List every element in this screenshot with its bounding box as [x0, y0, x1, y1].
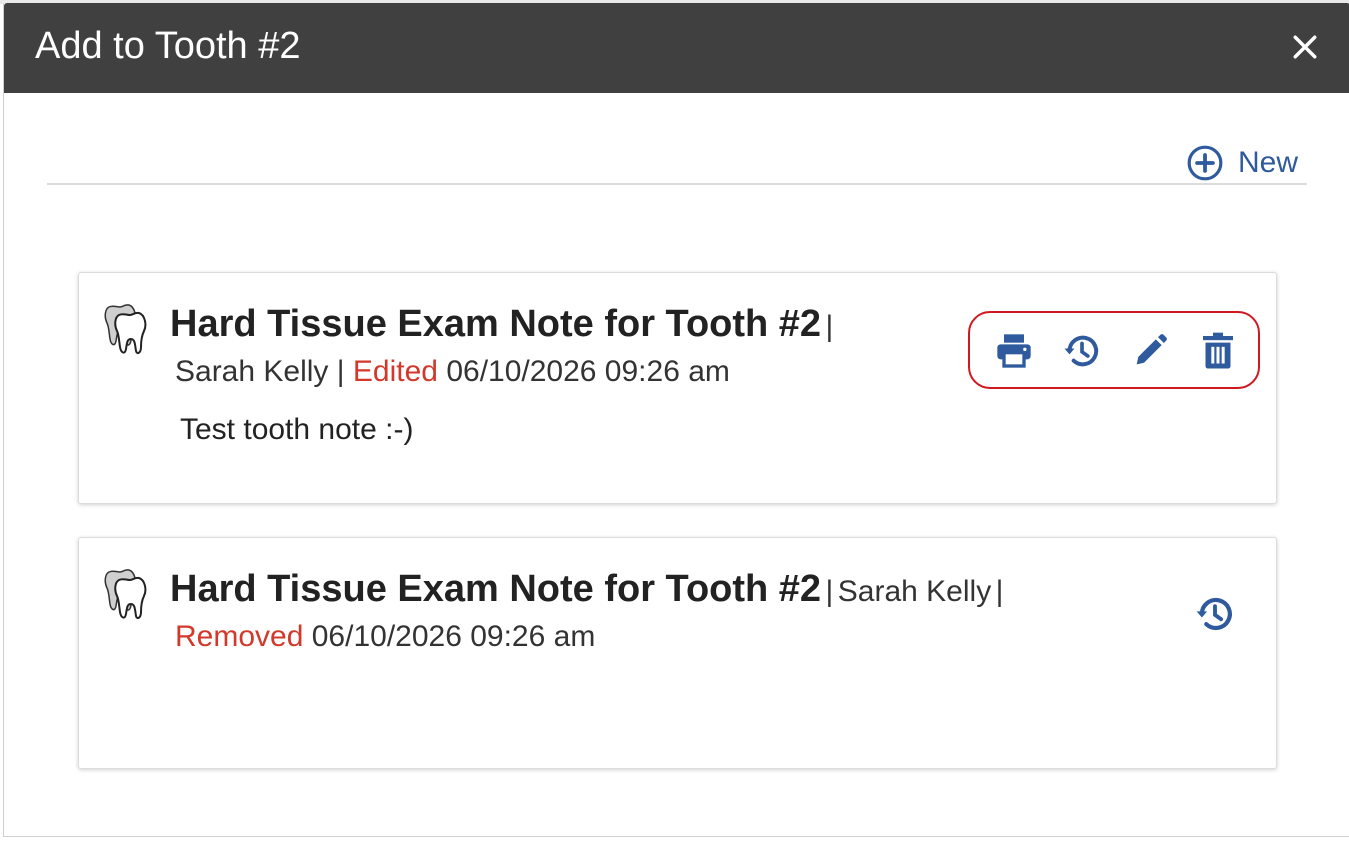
- note-actions-highlight: [968, 311, 1260, 389]
- note-timestamp: 06/10/2026 09:26 am: [446, 355, 730, 388]
- note-body: Test tooth note :-): [180, 413, 414, 446]
- separator: |: [995, 575, 1004, 608]
- note-meta: Sarah Kelly | Edited 06/10/2026 09:26 am: [175, 355, 730, 389]
- status-removed: Removed: [175, 620, 304, 653]
- modal-header: Add to Tooth #2: [4, 3, 1349, 93]
- new-button-label: New: [1238, 146, 1299, 179]
- note-title: Hard Tissue Exam Note for Tooth #2: [170, 568, 822, 610]
- history-icon: [1064, 335, 1099, 367]
- note-title: Hard Tissue Exam Note for Tooth #2: [170, 303, 822, 345]
- tooth-icon: [103, 299, 153, 355]
- note-card: Hard Tissue Exam Note for Tooth #2 | Sar…: [78, 537, 1277, 769]
- edit-icon: [1136, 334, 1167, 365]
- separator: |: [336, 355, 345, 388]
- separator: |: [825, 310, 834, 343]
- history-icon: [1196, 597, 1232, 631]
- note-author: Sarah Kelly: [837, 575, 992, 608]
- note-title-line: Hard Tissue Exam Note for Tooth #2 | Sar…: [170, 568, 1003, 611]
- new-note-button[interactable]: New: [1186, 143, 1298, 183]
- note-meta: Removed 06/10/2026 09:26 am: [175, 620, 595, 654]
- note-card: Hard Tissue Exam Note for Tooth #2 | Sar…: [78, 272, 1277, 504]
- print-button[interactable]: [994, 331, 1034, 371]
- add-to-tooth-modal: Add to Tooth #2 New Hard Tissue Exam Not…: [3, 3, 1349, 837]
- delete-button[interactable]: [1198, 331, 1238, 371]
- history-button[interactable]: [1194, 593, 1236, 635]
- close-button[interactable]: [1292, 30, 1322, 64]
- divider: [47, 183, 1307, 185]
- close-icon: [1293, 35, 1317, 59]
- separator: |: [825, 575, 834, 608]
- note-timestamp: 06/10/2026 09:26 am: [311, 620, 596, 653]
- status-edited: Edited: [352, 355, 438, 388]
- history-button[interactable]: [1062, 331, 1102, 371]
- note-author: Sarah Kelly: [175, 355, 329, 388]
- plus-circle-icon: [1187, 145, 1223, 181]
- tooth-icon: [103, 564, 153, 620]
- print-icon: [997, 334, 1031, 368]
- delete-icon: [1203, 332, 1233, 369]
- note-title-line: Hard Tissue Exam Note for Tooth #2 |: [170, 303, 833, 346]
- modal-title: Add to Tooth #2: [35, 25, 301, 67]
- edit-button[interactable]: [1130, 331, 1170, 371]
